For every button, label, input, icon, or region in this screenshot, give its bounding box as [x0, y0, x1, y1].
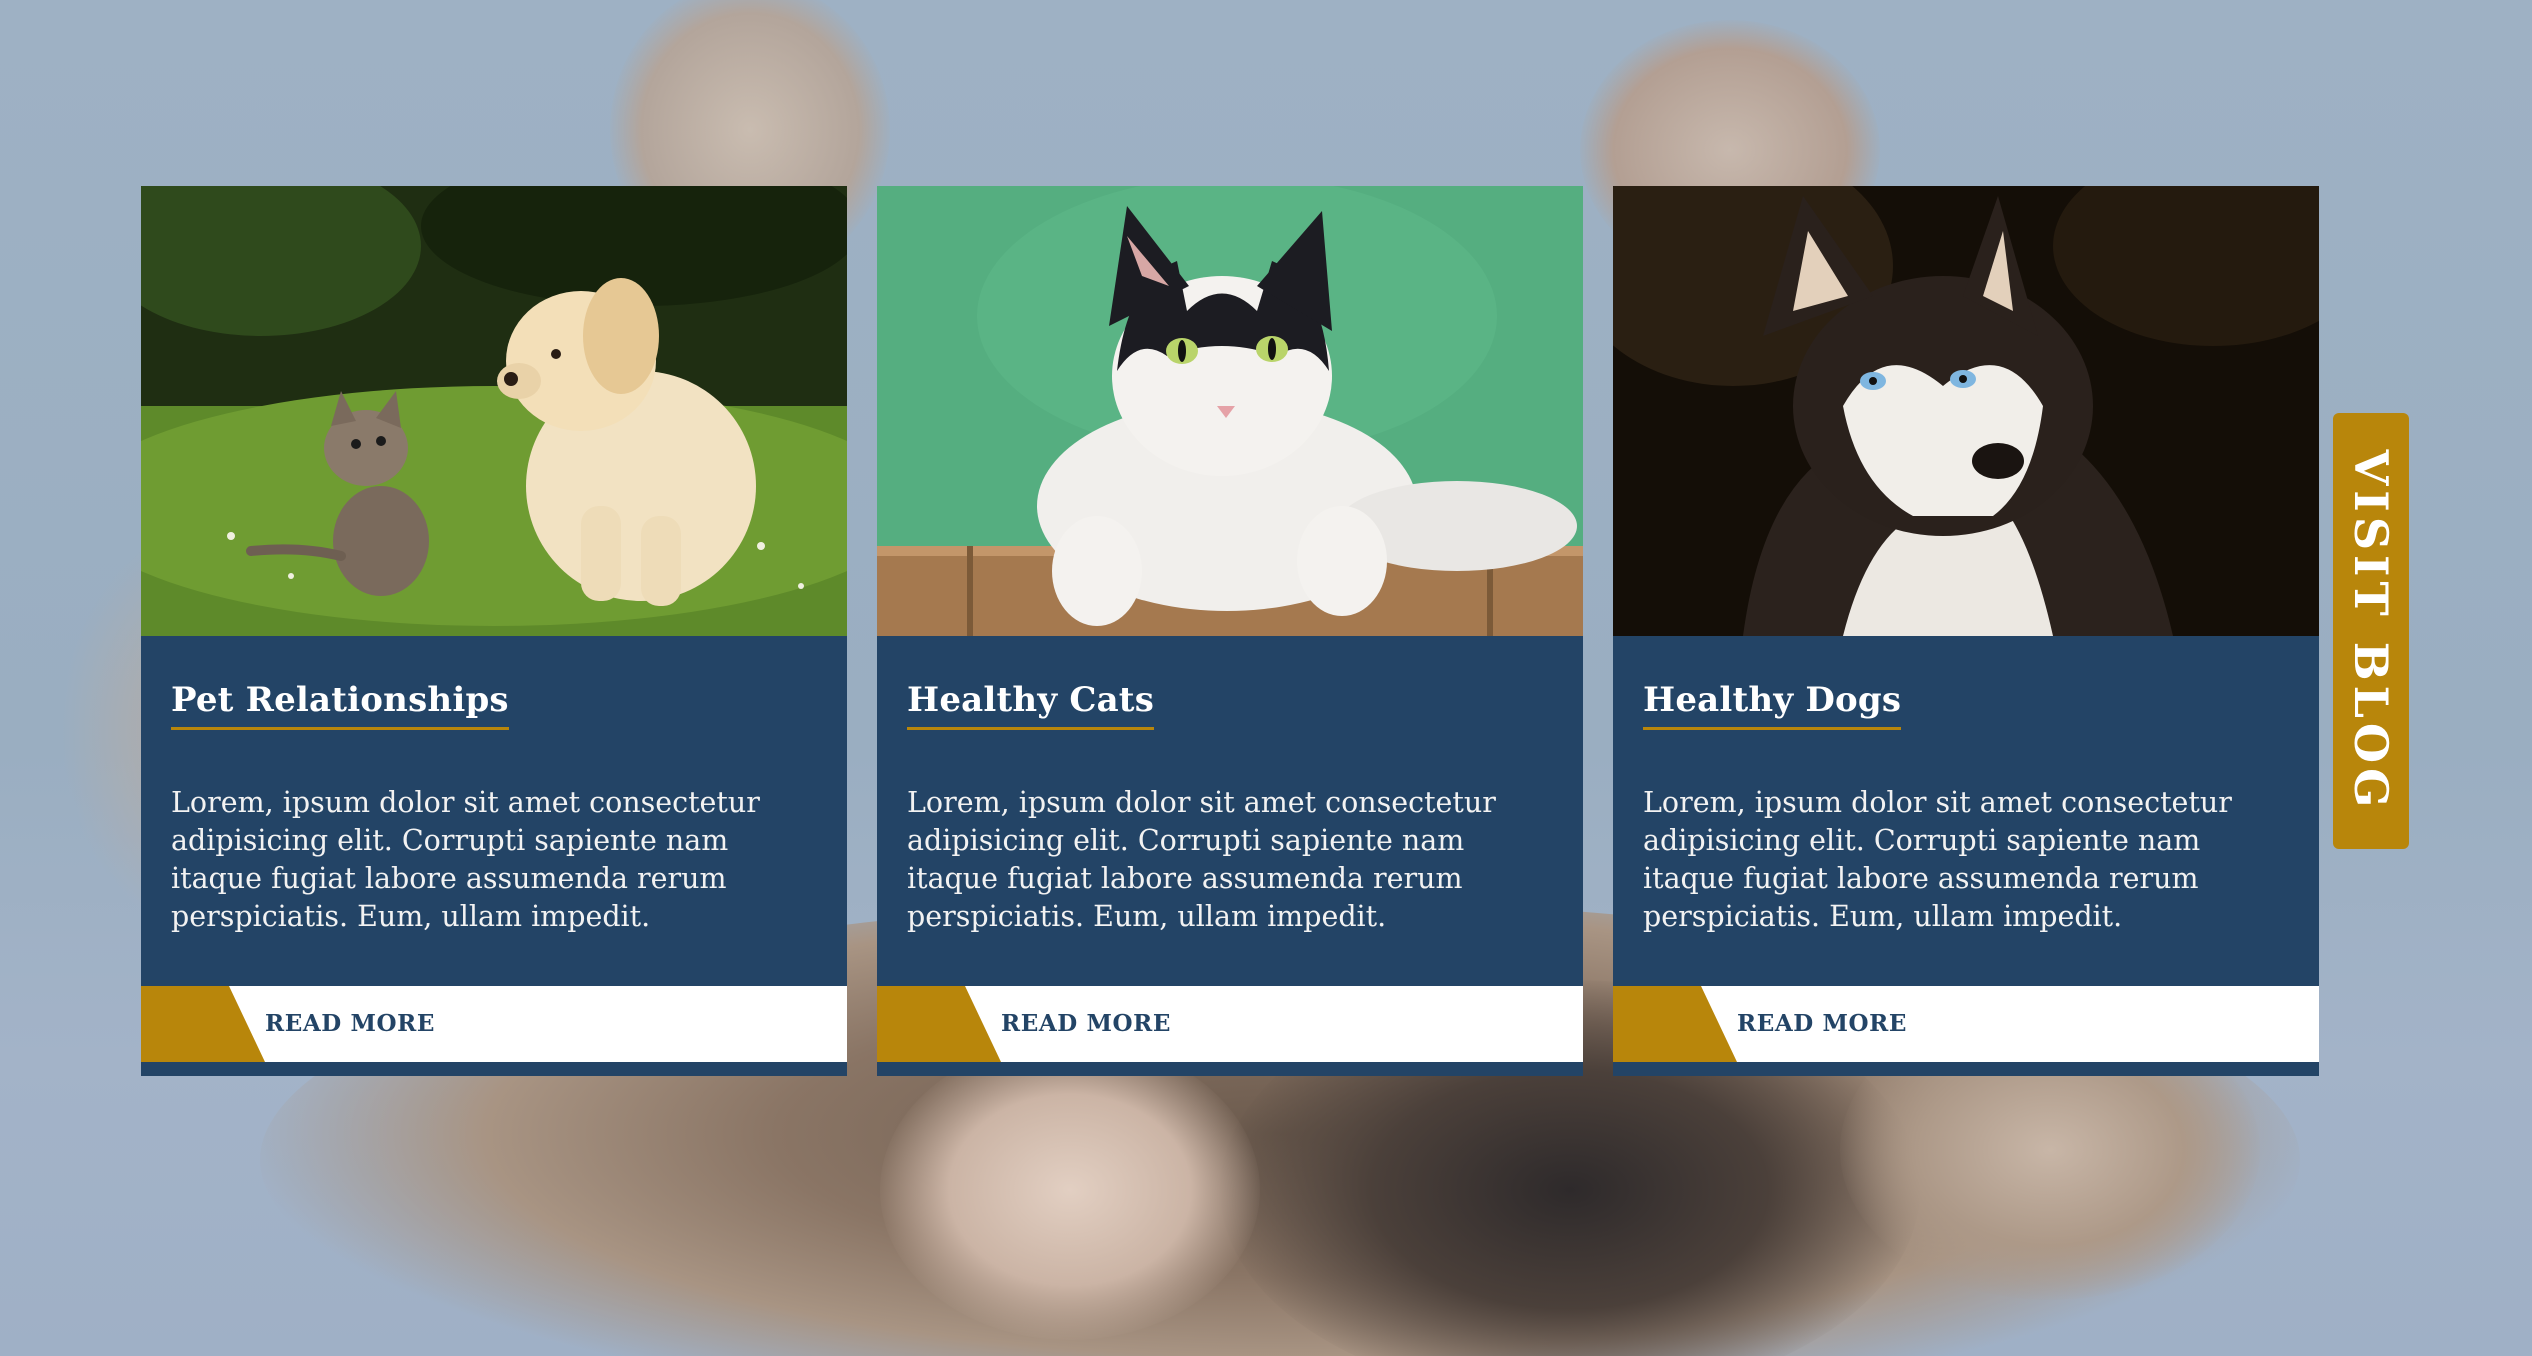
background-paw — [880, 1040, 1260, 1340]
blog-cards: Pet Relationships Lorem, ipsum dolor sit… — [141, 186, 2319, 1076]
visit-blog-label: VISIT BLOG — [2344, 449, 2398, 813]
read-more-accent — [877, 986, 1001, 1062]
read-more-accent — [141, 986, 265, 1062]
card-title: Healthy Cats — [907, 680, 1155, 730]
card-title: Healthy Dogs — [1643, 680, 1902, 730]
card-image-puppy-kitten — [141, 186, 847, 636]
blog-card: Healthy Cats Lorem, ipsum dolor sit amet… — [877, 186, 1583, 1076]
blog-card: Healthy Dogs Lorem, ipsum dolor sit amet… — [1613, 186, 2319, 1076]
read-more-label: READ MORE — [1737, 1010, 1907, 1037]
card-image-husky — [1613, 186, 2319, 636]
read-more-label: READ MORE — [1001, 1010, 1171, 1037]
card-description: Lorem, ipsum dolor sit amet consectetur … — [1643, 785, 2232, 933]
read-more-button[interactable]: READ MORE — [141, 986, 847, 1062]
read-more-label: READ MORE — [265, 1010, 435, 1037]
read-more-button[interactable]: READ MORE — [1613, 986, 2319, 1062]
blog-card: Pet Relationships Lorem, ipsum dolor sit… — [141, 186, 847, 1076]
card-title: Pet Relationships — [171, 680, 509, 730]
card-description: Lorem, ipsum dolor sit amet consectetur … — [907, 785, 1496, 933]
visit-blog-button[interactable]: VISIT BLOG — [2333, 413, 2409, 849]
card-image-cat — [877, 186, 1583, 636]
read-more-accent — [1613, 986, 1737, 1062]
read-more-button[interactable]: READ MORE — [877, 986, 1583, 1062]
card-description: Lorem, ipsum dolor sit amet consectetur … — [171, 785, 760, 933]
